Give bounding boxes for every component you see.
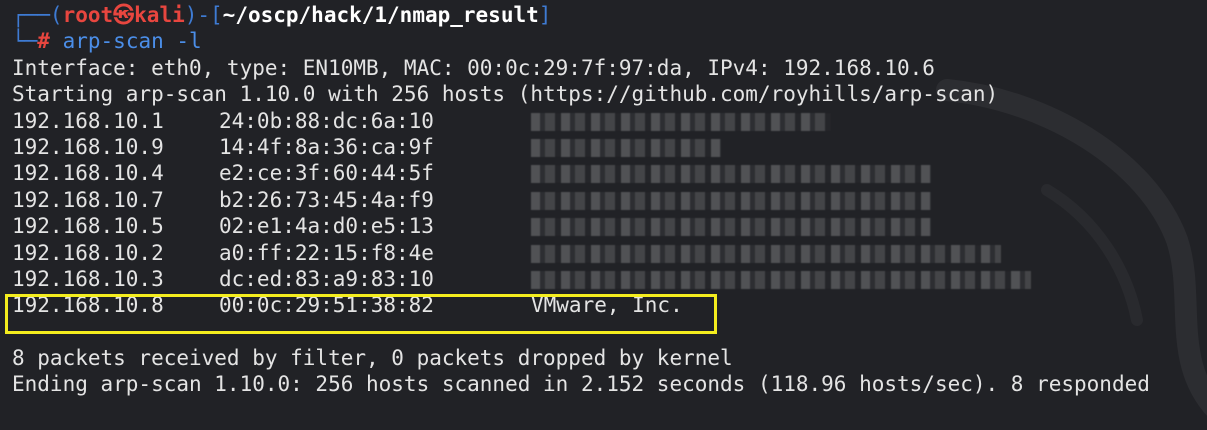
host-row: 192.168.10.5 02:e1:4a:d0:e5:13: [12, 213, 1202, 239]
host-mac: e2:ce:3f:60:44:5f: [219, 161, 434, 186]
prompt-line-1: ┌──(root㉿kali)-[~/oscp/hack/1/nmap_resul…: [12, 2, 1202, 28]
prompt-frame-mid: )-[: [184, 3, 223, 27]
redacted-vendor: [531, 165, 931, 184]
host-ip: 192.168.10.2: [12, 240, 164, 265]
host-row: 192.168.10.9 14:4f:8a:36:ca:9f: [12, 134, 1202, 160]
prompt-hash: #: [37, 29, 50, 54]
redacted-vendor: [531, 244, 1001, 263]
redacted-vendor: [531, 218, 931, 237]
redacted-vendor: [531, 112, 831, 131]
prompt-line-2: └─# arp-scan -l: [12, 28, 1202, 54]
start-line: Starting arp-scan 1.10.0 with 256 hosts …: [12, 82, 999, 107]
host-mac: 00:0c:29:51:38:82: [219, 293, 434, 318]
host-row: 192.168.10.4 e2:ce:3f:60:44:5f: [12, 160, 1202, 186]
redacted-vendor: [531, 270, 1031, 289]
prompt-host: kali: [134, 3, 185, 27]
prompt-path: ~/oscp/hack/1/nmap_result: [222, 3, 539, 27]
prompt-frame-bottom: └─: [12, 29, 38, 54]
host-ip: 192.168.10.8: [12, 293, 164, 318]
host-row-highlighted: 192.168.10.8 00:0c:29:51:38:82 VMware, Inc…: [12, 292, 1202, 318]
host-row: 192.168.10.3 dc:ed:83:a9:83:10: [12, 266, 1202, 292]
redacted-vendor: [531, 138, 721, 157]
command-text: arp-scan -l: [62, 29, 202, 54]
host-mac: 24:0b:88:dc:6a:10: [219, 108, 434, 133]
host-ip: 192.168.10.9: [12, 134, 164, 159]
host-row: 192.168.10.7 b2:26:73:45:4a:f9: [12, 187, 1202, 213]
interface-line: Interface: eth0, type: EN10MB, MAC: 00:0…: [12, 55, 935, 80]
host-ip: 192.168.10.4: [12, 161, 164, 186]
host-mac: a0:ff:22:15:f8:4e: [219, 240, 434, 265]
prompt-frame-close: ]: [538, 3, 552, 27]
host-mac: 14:4f:8a:36:ca:9f: [219, 134, 434, 159]
terminal-window[interactable]: ┌──(root㉿kali)-[~/oscp/hack/1/nmap_resul…: [12, 2, 1202, 398]
host-row: 192.168.10.2 a0:ff:22:15:f8:4e: [12, 240, 1202, 266]
host-ip: 192.168.10.7: [12, 187, 164, 212]
packets-line: 8 packets received by filter, 0 packets …: [12, 346, 733, 371]
host-mac: b2:26:73:45:4a:f9: [219, 187, 434, 212]
host-ip: 192.168.10.3: [12, 266, 164, 291]
host-ip: 192.168.10.5: [12, 214, 164, 239]
host-row: 192.168.10.1 24:0b:88:dc:6a:10: [12, 108, 1202, 134]
prompt-frame-top: ┌──(: [12, 3, 63, 27]
redacted-vendor: [531, 191, 931, 210]
host-ip: 192.168.10.1: [12, 108, 164, 133]
prompt-user: root: [62, 3, 114, 27]
kali-separator-icon: ㉿: [113, 3, 135, 27]
host-mac: dc:ed:83:a9:83:10: [219, 266, 434, 291]
host-vendor: VMware, Inc.: [531, 293, 683, 318]
ending-line: Ending arp-scan 1.10.0: 256 hosts scanne…: [12, 372, 1150, 397]
host-mac: 02:e1:4a:d0:e5:13: [219, 214, 434, 239]
